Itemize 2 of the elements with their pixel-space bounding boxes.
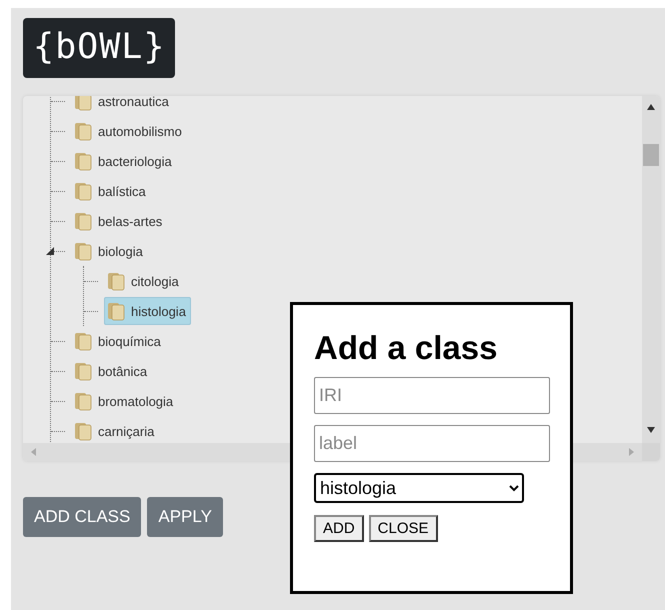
dialog-title: Add a class <box>314 329 498 367</box>
logo: {bOWL} <box>23 18 176 78</box>
